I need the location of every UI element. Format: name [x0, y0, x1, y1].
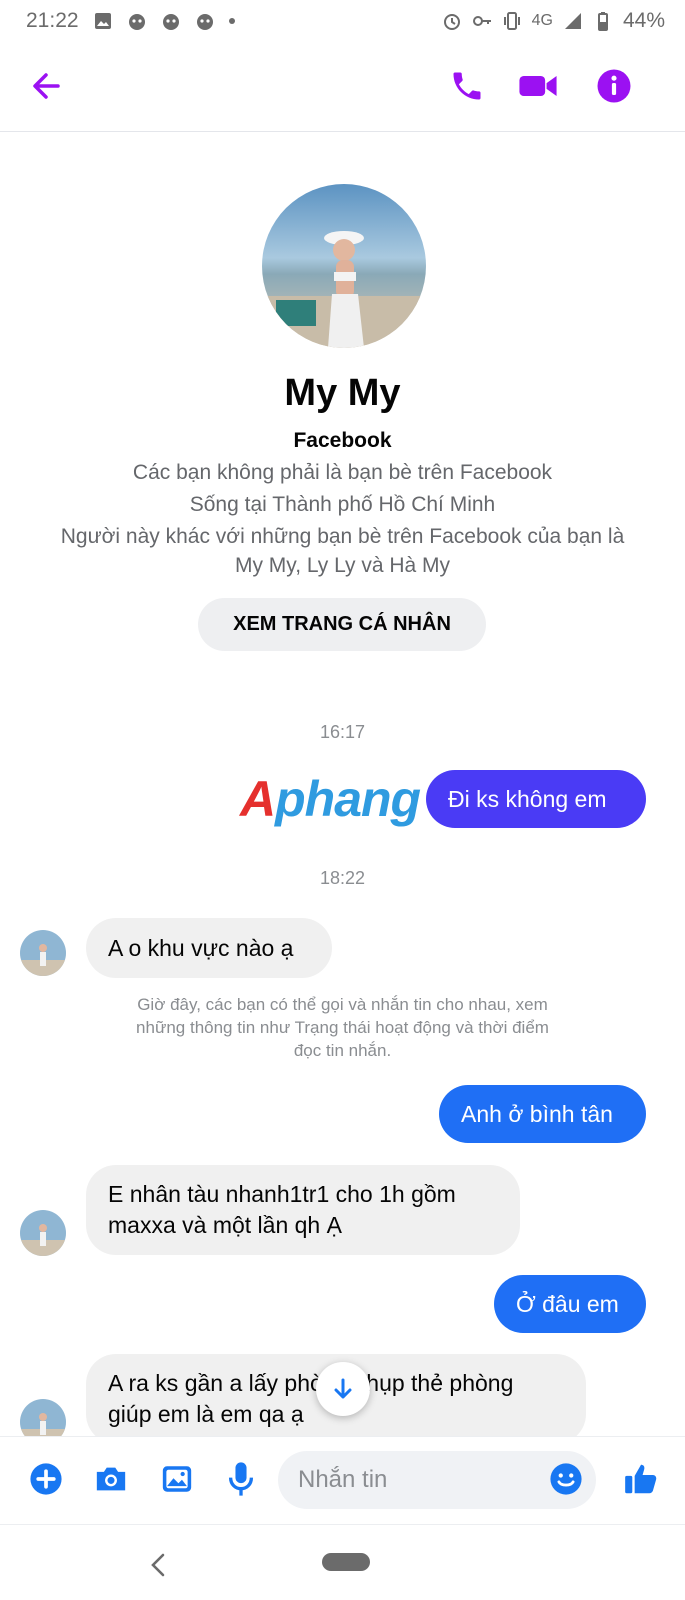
notice-line-2: những thông tin như Trạng thái hoạt động…	[136, 1018, 549, 1037]
message-bubble-incoming[interactable]: A o khu vực nào ạ	[86, 918, 332, 978]
image-icon	[162, 1466, 192, 1492]
watermark-logo: Aphang	[240, 771, 421, 827]
message-text-line2: maxxa và một lần qh Ạ	[108, 1212, 342, 1238]
battery-level: 44%	[622, 9, 665, 32]
phone-icon	[453, 72, 481, 100]
battery-icon	[597, 12, 608, 31]
message-text-line1: A ra ks gần a lấy phòng chụp thẻ phòng	[108, 1370, 514, 1396]
back-arrow-icon	[33, 73, 60, 99]
like-button[interactable]	[619, 1457, 663, 1501]
message-bubble-incoming[interactable]: E nhân tàu nhanh1tr1 cho 1h gồm maxxa và…	[86, 1165, 520, 1255]
message-text: Đi ks không em	[448, 785, 607, 812]
signal-icon	[564, 13, 581, 29]
nav-back-button[interactable]	[138, 1545, 178, 1585]
info-icon	[597, 69, 631, 103]
nav-back-icon	[151, 1553, 165, 1577]
gallery-icon	[94, 13, 111, 29]
message-bubble-outgoing[interactable]: Đi ks không em	[426, 770, 646, 828]
profile-lives-in: Sống tại Thành phố Hồ Chí Minh	[189, 493, 496, 516]
timestamp: 18:22	[319, 868, 366, 888]
back-button[interactable]	[22, 62, 70, 110]
system-nav-bar	[0, 1524, 685, 1600]
chat-header	[0, 42, 685, 132]
emoji-button[interactable]	[544, 1457, 588, 1501]
message-bubble-outgoing[interactable]: Ở đâu em	[494, 1275, 646, 1333]
messenger-cat-icon	[196, 14, 213, 30]
sender-avatar[interactable]	[20, 930, 66, 976]
message-text: A o khu vực nào ạ	[108, 934, 294, 961]
gallery-button[interactable]	[155, 1457, 199, 1501]
message-text: Ở đâu em	[516, 1290, 619, 1317]
status-left: 21:22	[26, 9, 235, 33]
vibrate-icon	[503, 12, 520, 30]
messenger-cat-icon	[128, 14, 145, 30]
messenger-cat-icon	[162, 14, 179, 30]
profile-name: My My	[284, 372, 401, 414]
camera-button[interactable]	[89, 1457, 133, 1501]
profile-mutual-line1: Người này khác với những bạn bè trên Fac…	[60, 525, 625, 548]
status-right: 4G 44%	[442, 9, 665, 33]
call-button[interactable]	[443, 62, 491, 110]
more-actions-button[interactable]	[24, 1457, 68, 1501]
video-icon	[519, 76, 557, 96]
message-composer	[0, 1436, 685, 1522]
view-profile-button[interactable]: XEM TRANG CÁ NHÂN	[198, 598, 486, 651]
message-text-line2: giúp em là em qa ạ	[108, 1401, 304, 1427]
emoji-icon	[550, 1463, 582, 1495]
status-bar: 21:22 4G 44%	[0, 0, 685, 42]
profile-source: Facebook	[293, 429, 392, 452]
profile-not-friends: Các bạn không phải là bạn bè trên Facebo…	[132, 461, 553, 484]
network-type: 4G	[531, 12, 553, 29]
alarm-icon	[443, 14, 460, 30]
more-dot-icon	[228, 18, 235, 24]
sender-avatar[interactable]	[20, 1210, 66, 1256]
nav-home-pill-icon[interactable]	[322, 1553, 370, 1571]
scroll-to-bottom-button[interactable]	[316, 1362, 370, 1416]
message-text: Anh ở bình tân	[461, 1100, 613, 1127]
camera-icon	[96, 1467, 126, 1491]
info-button[interactable]	[590, 62, 638, 110]
notice-line-3: đọc tin nhắn.	[293, 1041, 392, 1060]
like-icon	[625, 1464, 657, 1494]
message-bubble-outgoing[interactable]: Anh ở bình tân	[439, 1085, 646, 1143]
plus-icon	[30, 1463, 62, 1495]
voice-button[interactable]	[219, 1457, 263, 1501]
notice-line-1: Giờ đây, các bạn có thể gọi và nhắn tin …	[137, 995, 548, 1014]
key-icon	[472, 16, 491, 26]
mic-icon	[228, 1462, 254, 1496]
timestamp: 16:17	[319, 722, 366, 742]
message-text-line1: E nhân tàu nhanh1tr1 cho 1h gồm	[108, 1181, 456, 1207]
video-call-button[interactable]	[514, 62, 562, 110]
profile-mutual-line2: My My, Ly Ly và Hà My	[234, 554, 451, 577]
profile-avatar[interactable]	[262, 184, 426, 348]
status-time: 21:22	[26, 9, 79, 32]
arrow-down-icon	[334, 1378, 352, 1399]
